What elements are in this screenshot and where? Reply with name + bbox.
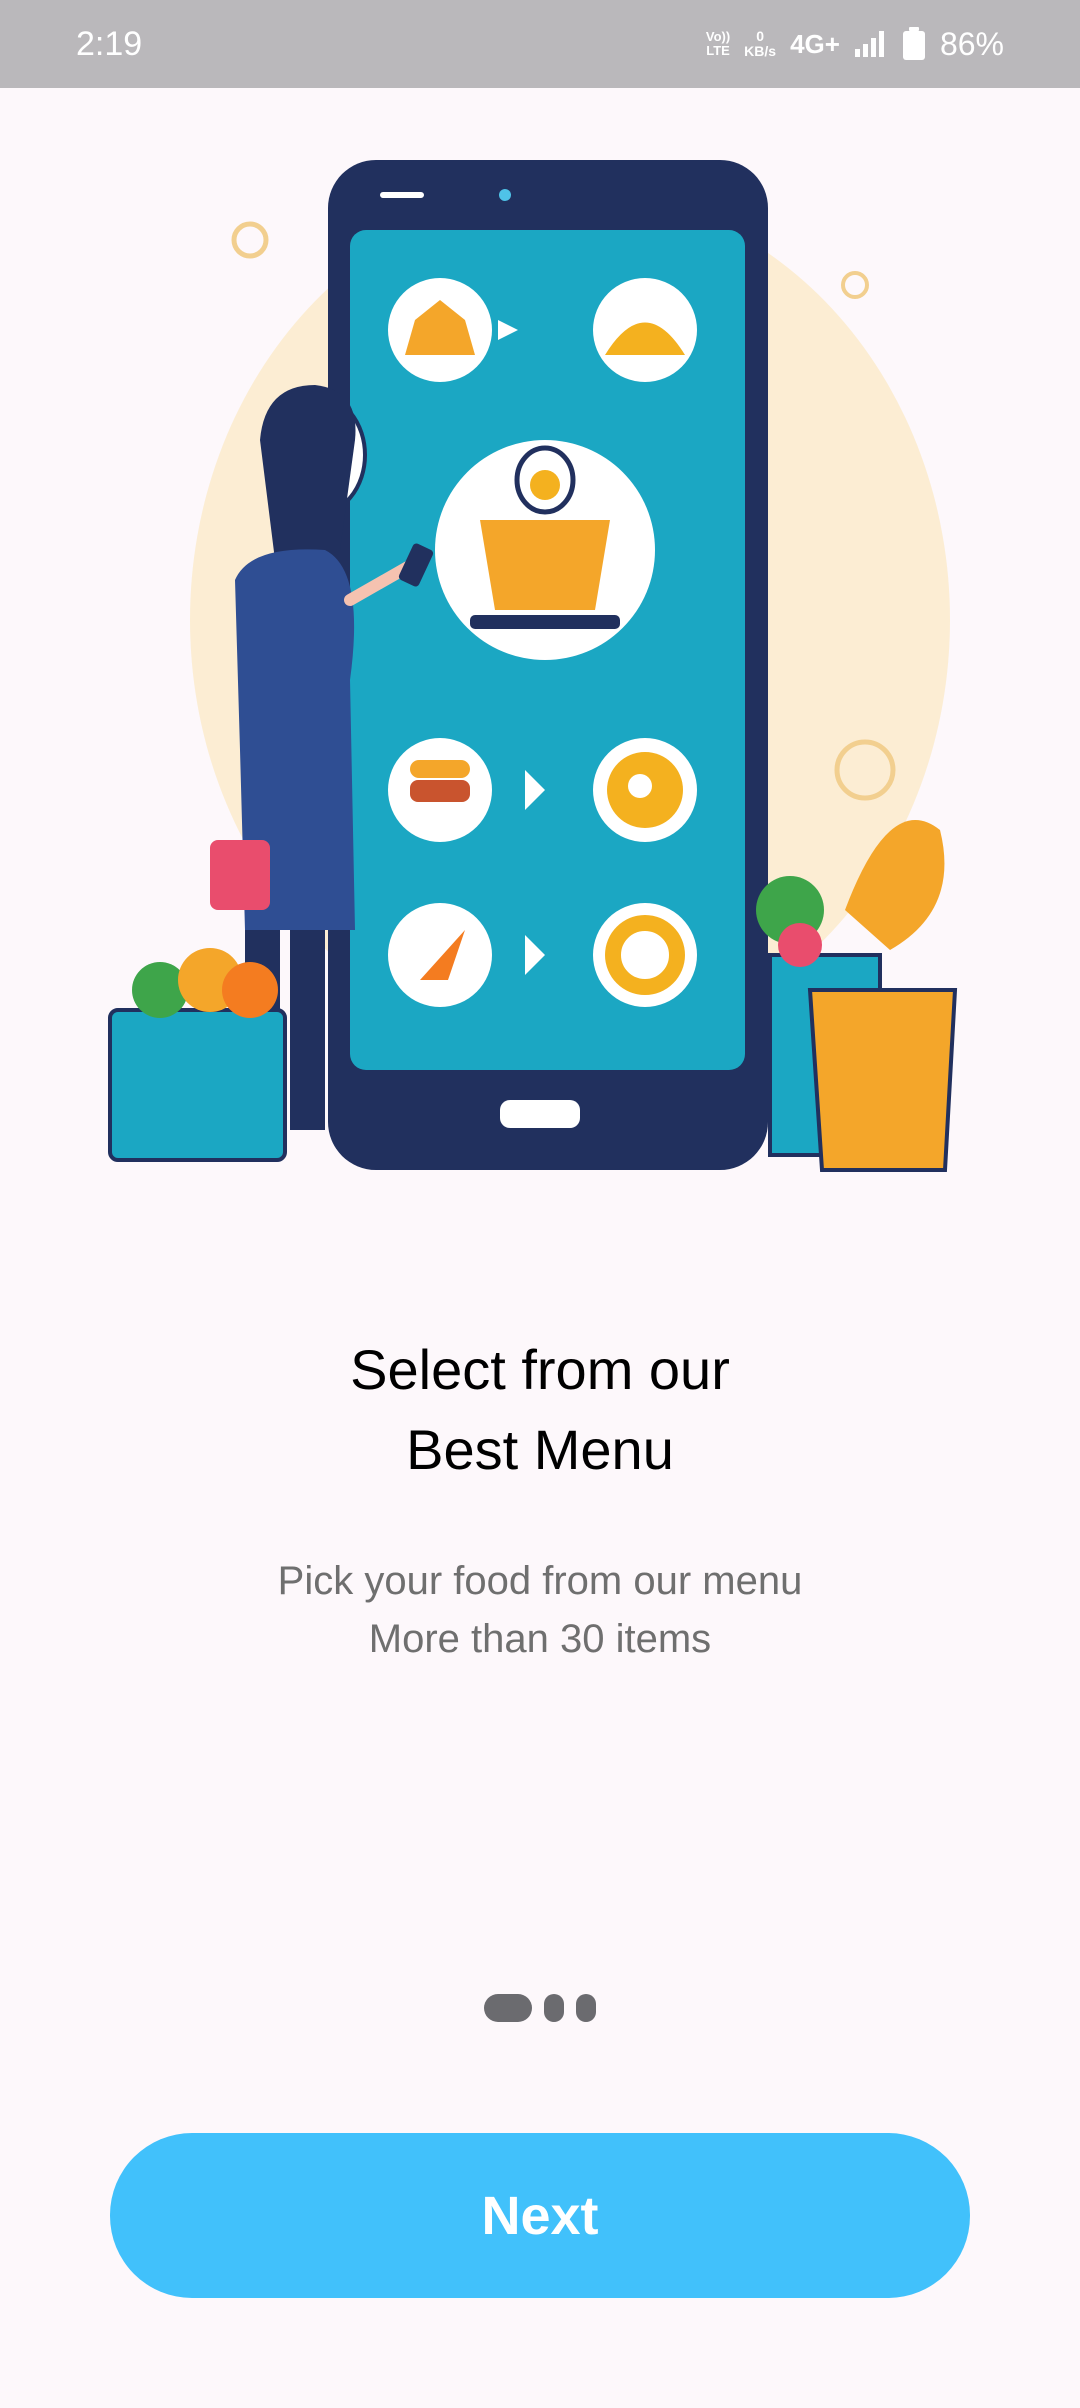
title-line-1: Select from our [350, 1338, 730, 1401]
status-icons: Vo)) LTE 0 KB/s 4G+ 86% [706, 26, 1004, 63]
subtitle-line-2: More than 30 items [368, 1617, 712, 1661]
title-line-2: Best Menu [406, 1418, 674, 1481]
page-dot [576, 1994, 596, 2022]
subtitle-line-1: Pick your food from our menu [277, 1559, 803, 1603]
data-rate-value: 0 [756, 28, 765, 44]
data-rate: 0 KB/s [744, 29, 776, 59]
page-dot [544, 1994, 564, 2022]
volte-top: Vo)) [705, 29, 731, 44]
page-dot-active [484, 1994, 532, 2022]
battery-icon [902, 27, 925, 60]
data-rate-unit: KB/s [744, 43, 777, 59]
next-button[interactable]: Next [110, 2133, 970, 2298]
onboarding-title: Select from our Best Menu [0, 1330, 1080, 1490]
volte-bottom: LTE [706, 43, 730, 58]
network-type: 4G+ [790, 28, 840, 59]
status-time: 2:19 [76, 24, 143, 63]
signal-icon [854, 31, 884, 57]
volte-icon: Vo)) LTE [706, 30, 730, 58]
battery-level: 86% [939, 25, 1004, 62]
status-bar: 2:19 Vo)) LTE 0 KB/s 4G+ 86% [0, 0, 1080, 88]
onboarding-illustration [108, 160, 958, 1172]
page-indicator [0, 1994, 1080, 2022]
onboarding-subtitle: Pick your food from our menu More than 3… [0, 1552, 1080, 1668]
